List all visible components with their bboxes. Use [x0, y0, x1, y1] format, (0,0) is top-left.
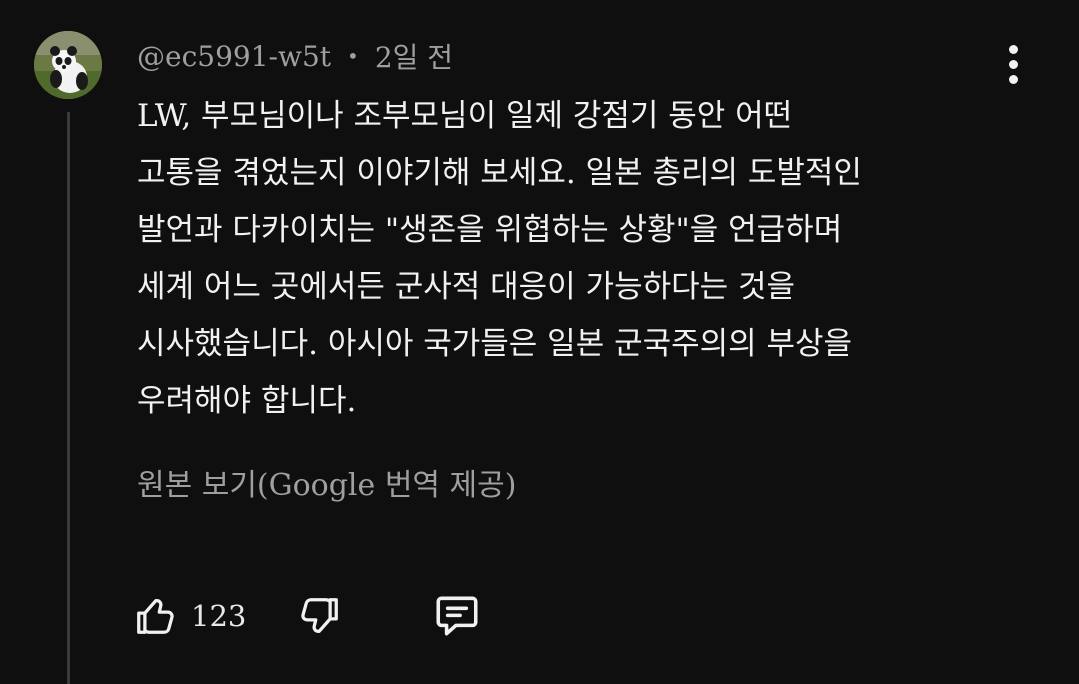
like-button[interactable]: 123: [133, 593, 246, 639]
comment-line: 시사했습니다. 아시아 국가들은 일본 군국주의의 부상을: [137, 326, 853, 362]
reply-button[interactable]: [432, 591, 482, 641]
menu-dot: [1008, 44, 1018, 54]
avatar[interactable]: [34, 31, 102, 99]
separator-dot: •: [347, 44, 359, 68]
comment-actions: 123: [133, 588, 482, 644]
menu-dot: [1008, 59, 1018, 69]
comment-header: @ec5991-w5t • 2일 전: [137, 36, 453, 76]
comment-reply-icon: [436, 596, 478, 636]
comment-text: LW, 부모님이나 조부모님이 일제 강점기 동안 어떤 고통을 겪었는지 이야…: [137, 88, 997, 430]
menu-dot: [1008, 74, 1018, 84]
more-vert-icon[interactable]: [995, 40, 1031, 88]
comment-line: 발언과 다카이치는 "생존을 위협하는 상황"을 언급하며: [137, 212, 843, 248]
thread-line: [67, 112, 70, 684]
like-count: 123: [191, 599, 247, 633]
comment-line: 세계 어느 곳에서든 군사적 대응이 가능하다는 것을: [137, 269, 796, 305]
comment-line: 고통을 겪었는지 이야기해 보세요. 일본 총리의 도발적인: [137, 155, 862, 191]
author-name[interactable]: @ec5991-w5t: [137, 40, 331, 73]
comment-line: 우려해야 합니다.: [137, 383, 357, 419]
dislike-button[interactable]: [296, 593, 342, 639]
comment-time[interactable]: 2일 전: [375, 36, 453, 76]
panda-avatar-icon: [34, 31, 102, 99]
comment-line: LW, 부모님이나 조부모님이 일제 강점기 동안 어떤: [137, 98, 793, 134]
thumb-up-icon: [137, 599, 174, 634]
view-original-link[interactable]: 원본 보기(Google 번역 제공): [137, 460, 516, 504]
thumb-down-icon: [301, 598, 339, 633]
